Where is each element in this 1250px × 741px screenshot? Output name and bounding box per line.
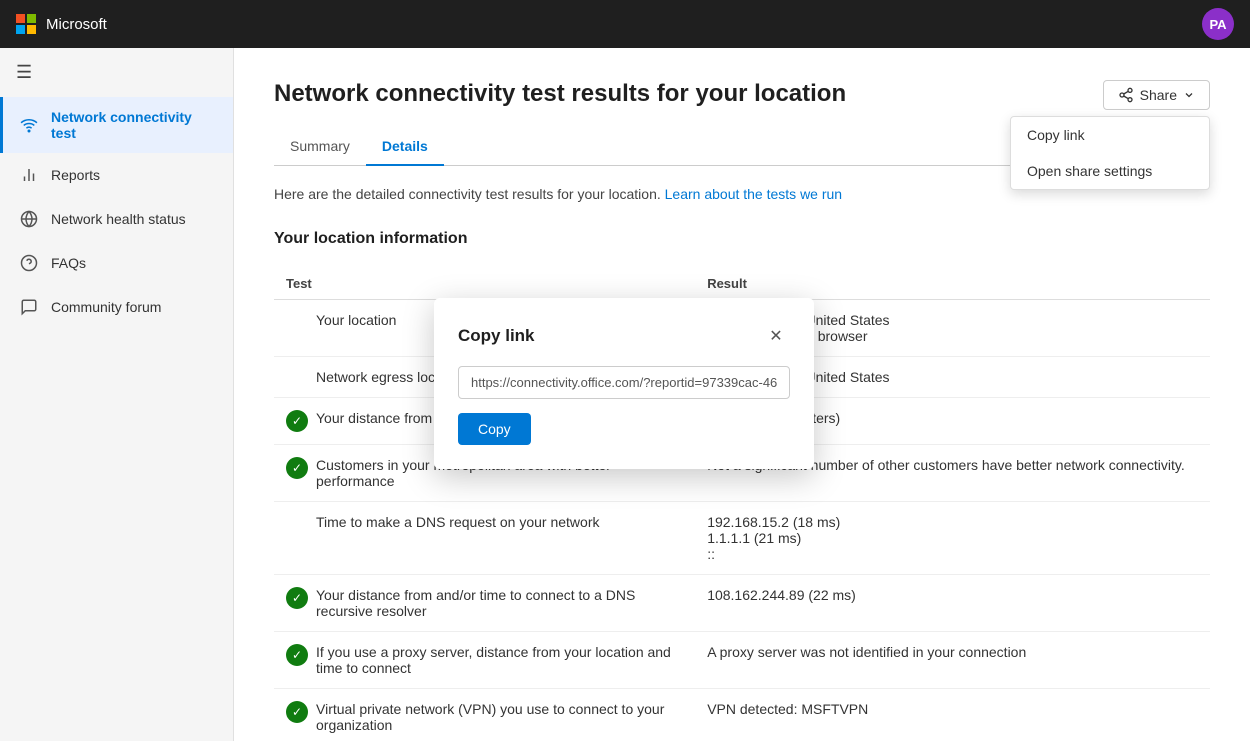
table-row: ✓Your distance from and/or time to conne… [274,575,1210,632]
sidebar-item-reports[interactable]: Reports [0,153,233,197]
table-cell-result: A proxy server was not identified in you… [695,632,1210,689]
copy-link-input[interactable] [458,366,790,399]
table-row: ✓Virtual private network (VPN) you use t… [274,689,1210,741]
tab-details[interactable]: Details [366,128,444,166]
check-icon: ✓ [286,457,308,479]
modal-header: Copy link ✕ [458,322,790,350]
copy-link-modal: Copy link ✕ Copy [434,298,814,469]
chart-icon [19,165,39,185]
copy-button[interactable]: Copy [458,413,531,445]
table-cell-test: ✓Your distance from and/or time to conne… [274,575,695,632]
table-row: ✓If you use a proxy server, distance fro… [274,632,1210,689]
table-cell-result: 192.168.15.2 (18 ms) 1.1.1.1 (21 ms) :: [695,502,1210,575]
microsoft-logo-icon [16,14,36,34]
sidebar-label-network-health-status: Network health status [51,211,186,227]
share-dropdown-copy-link[interactable]: Copy link [1011,117,1209,153]
table-cell-result: 108.162.244.89 (22 ms) [695,575,1210,632]
table-cell-result: VPN detected: MSFTVPN [695,689,1210,741]
share-area: Share Copy link Open share settings [1103,80,1210,110]
sidebar-label-community-forum: Community forum [51,299,161,315]
page-title: Network connectivity test results for yo… [274,80,1210,108]
brand-name: Microsoft [46,16,107,33]
sidebar-item-network-connectivity-test[interactable]: Network connectivity test [0,97,233,153]
chevron-down-icon [1183,89,1195,101]
check-icon: ✓ [286,644,308,666]
check-icon: ✓ [286,587,308,609]
sidebar-label-network-connectivity-test: Network connectivity test [51,109,217,141]
share-button[interactable]: Share [1103,80,1210,110]
table-header-test: Test [274,268,695,300]
globe-icon [19,209,39,229]
sidebar-item-network-health-status[interactable]: Network health status [0,197,233,241]
share-dropdown-open-settings[interactable]: Open share settings [1011,153,1209,189]
sidebar-item-community-forum[interactable]: Community forum [0,285,233,329]
check-icon: ✓ [286,410,308,432]
sidebar-item-faqs[interactable]: FAQs [0,241,233,285]
chat-icon [19,297,39,317]
wifi-icon [19,115,39,135]
topbar: Microsoft PA [0,0,1250,48]
modal-close-button[interactable]: ✕ [762,322,790,350]
avatar[interactable]: PA [1202,8,1234,40]
table-header-result: Result [695,268,1210,300]
topbar-left: Microsoft [16,14,107,34]
table-cell-test: ✓If you use a proxy server, distance fro… [274,632,695,689]
check-icon: ✓ [286,701,308,723]
table-cell-test: Time to make a DNS request on your netwo… [274,502,695,575]
table-row: Time to make a DNS request on your netwo… [274,502,1210,575]
share-button-label: Share [1140,87,1177,103]
sidebar-label-faqs: FAQs [51,255,86,271]
share-icon [1118,87,1134,103]
question-icon [19,253,39,273]
hamburger-icon[interactable]: ☰ [0,48,233,97]
sidebar-label-reports: Reports [51,167,100,183]
share-dropdown: Copy link Open share settings [1010,116,1210,190]
table-cell-test: ✓Virtual private network (VPN) you use t… [274,689,695,741]
info-link[interactable]: Learn about the tests we run [665,186,842,202]
sidebar: ☰ Network connectivity test [0,48,234,741]
section-title: Your location information [274,230,1210,248]
modal-title: Copy link [458,326,535,346]
tab-summary[interactable]: Summary [274,128,366,166]
